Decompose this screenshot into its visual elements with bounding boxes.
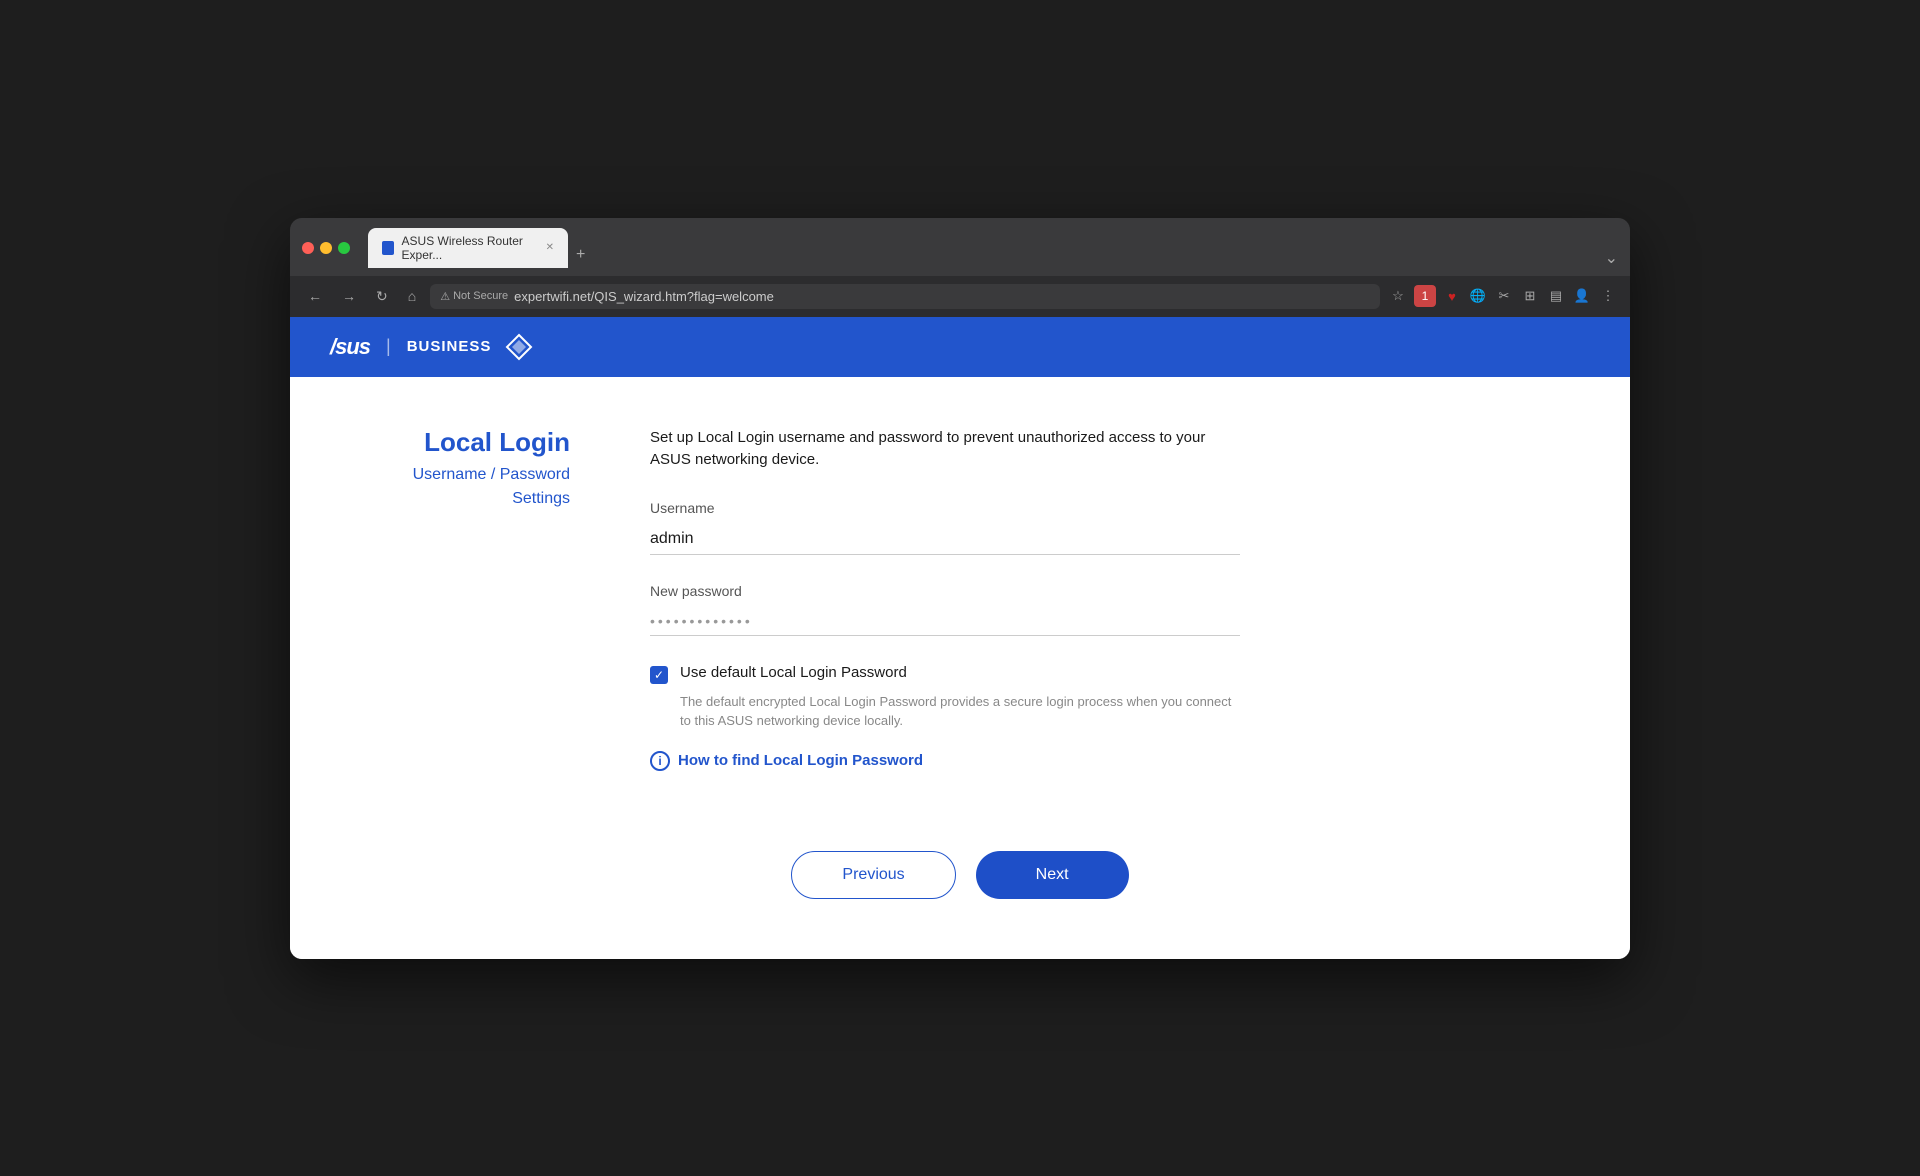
menu-button[interactable]: ⋮ bbox=[1598, 286, 1618, 306]
checkbox-section: ✓ Use default Local Login Password The d… bbox=[650, 664, 1550, 731]
page-content: /sus | BUSINESS Local Login Username / P… bbox=[290, 317, 1630, 959]
username-label: Username bbox=[650, 500, 1550, 516]
tab-more-icon[interactable]: ⌄ bbox=[1605, 248, 1618, 268]
logo-business-text: BUSINESS bbox=[407, 338, 492, 355]
forward-button[interactable]: → bbox=[336, 284, 362, 308]
footer-buttons: Previous Next bbox=[370, 831, 1550, 899]
previous-button[interactable]: Previous bbox=[791, 851, 955, 899]
url-text: expertwifi.net/QIS_wizard.htm?flag=welco… bbox=[514, 289, 774, 304]
toolbar-icons: ☆ 1 ♥ 🌐 ✂ ⊞ ▤ 👤 ⋮ bbox=[1388, 285, 1618, 307]
address-bar: ← → ↻ ⌂ ⚠ Not Secure expertwifi.net/QIS_… bbox=[290, 276, 1630, 317]
title-bar: ASUS Wireless Router Exper... ✕ + ⌄ bbox=[290, 218, 1630, 276]
logo-diamond-icon bbox=[505, 333, 533, 361]
close-button[interactable] bbox=[302, 242, 314, 254]
tab-favicon bbox=[382, 241, 394, 255]
extension-icon-1[interactable]: 1 bbox=[1414, 285, 1436, 307]
minimize-button[interactable] bbox=[320, 242, 332, 254]
info-link[interactable]: i How to find Local Login Password bbox=[650, 751, 1550, 771]
traffic-lights bbox=[302, 242, 350, 254]
reload-button[interactable]: ↻ bbox=[370, 284, 394, 309]
checkbox-label: Use default Local Login Password bbox=[680, 664, 907, 681]
address-input[interactable]: ⚠ Not Secure expertwifi.net/QIS_wizard.h… bbox=[430, 284, 1380, 309]
form-section: Set up Local Login username and password… bbox=[650, 427, 1550, 771]
extension-icon-4[interactable]: ✂ bbox=[1494, 286, 1514, 306]
active-tab[interactable]: ASUS Wireless Router Exper... ✕ bbox=[368, 228, 568, 268]
extension-icon-2[interactable]: ♥ bbox=[1442, 286, 1462, 306]
tab-close-icon[interactable]: ✕ bbox=[546, 242, 554, 253]
password-group: New password bbox=[650, 583, 1550, 636]
checkmark-icon: ✓ bbox=[654, 668, 664, 682]
main-content: Local Login Username / Password Settings… bbox=[290, 377, 1630, 959]
maximize-button[interactable] bbox=[338, 242, 350, 254]
tab-title: ASUS Wireless Router Exper... bbox=[402, 234, 538, 262]
logo-asus-text: /sus bbox=[330, 334, 370, 360]
logo-divider: | bbox=[386, 336, 391, 357]
sidebar: Local Login Username / Password Settings bbox=[370, 427, 570, 508]
home-button[interactable]: ⌂ bbox=[402, 284, 422, 308]
extension-icon-3[interactable]: 🌐 bbox=[1468, 286, 1488, 306]
use-default-password-checkbox[interactable]: ✓ bbox=[650, 666, 668, 684]
info-link-text: How to find Local Login Password bbox=[678, 752, 923, 769]
new-tab-button[interactable]: + bbox=[568, 242, 593, 268]
next-button[interactable]: Next bbox=[976, 851, 1129, 899]
form-description: Set up Local Login username and password… bbox=[650, 427, 1230, 472]
password-input[interactable] bbox=[650, 607, 1240, 636]
security-warning: ⚠ Not Secure bbox=[440, 290, 508, 303]
back-button[interactable]: ← bbox=[302, 284, 328, 308]
checkbox-row: ✓ Use default Local Login Password bbox=[650, 664, 1550, 684]
sidebar-subtitle: Username / Password bbox=[370, 466, 570, 484]
checkbox-description: The default encrypted Local Login Passwo… bbox=[680, 692, 1240, 731]
tab-bar: ASUS Wireless Router Exper... ✕ + ⌄ bbox=[368, 228, 1618, 268]
site-header: /sus | BUSINESS bbox=[290, 317, 1630, 377]
sidebar-settings: Settings bbox=[370, 490, 570, 508]
username-input[interactable] bbox=[650, 524, 1240, 555]
profile-icon[interactable]: 👤 bbox=[1572, 286, 1592, 306]
username-group: Username bbox=[650, 500, 1550, 555]
sidebar-title: Local Login bbox=[370, 427, 570, 458]
info-icon: i bbox=[650, 751, 670, 771]
password-label: New password bbox=[650, 583, 1550, 599]
sidebar-toggle[interactable]: ▤ bbox=[1546, 286, 1566, 306]
browser-window: ASUS Wireless Router Exper... ✕ + ⌄ ← → … bbox=[290, 218, 1630, 959]
logo: /sus | BUSINESS bbox=[330, 333, 533, 361]
extensions-button[interactable]: ⊞ bbox=[1520, 286, 1540, 306]
bookmark-icon[interactable]: ☆ bbox=[1388, 286, 1408, 306]
content-wrapper: Local Login Username / Password Settings… bbox=[370, 427, 1550, 771]
